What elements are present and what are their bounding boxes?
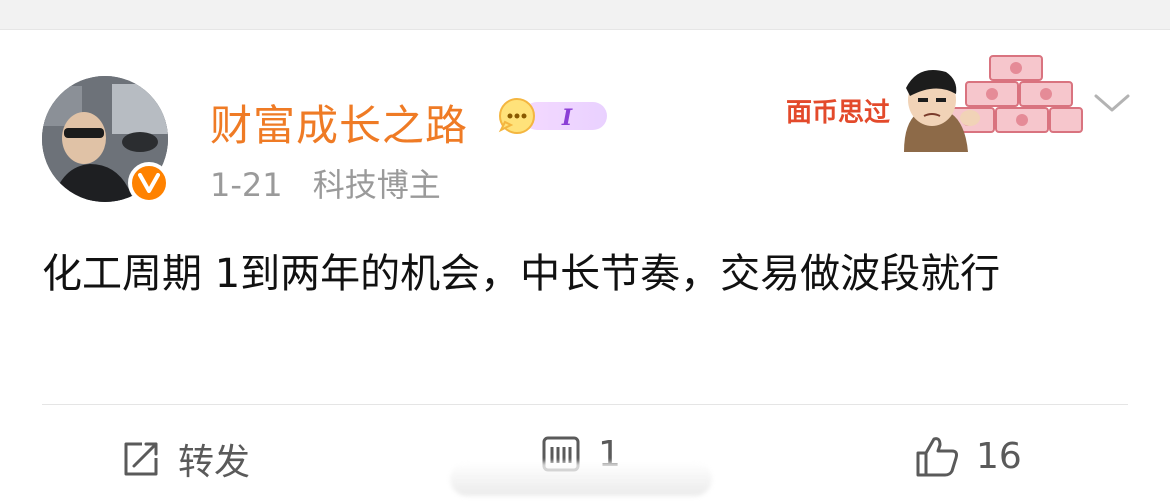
- blurred-overlay: [450, 462, 712, 496]
- chevron-down-icon[interactable]: [1092, 90, 1132, 116]
- decoration-text: 面币思过: [786, 98, 891, 128]
- like-button[interactable]: 16: [914, 433, 1022, 479]
- repost-button[interactable]: 转发: [120, 433, 250, 485]
- level-badge-icon[interactable]: I: [497, 96, 609, 136]
- post-content: 化工周期 1到两年的机会，中长节奏，交易做波段就行: [42, 251, 1001, 297]
- content-divider: [42, 404, 1128, 405]
- repost-icon: [124, 442, 158, 476]
- decoration-sticker: 面币思过: [786, 42, 1086, 152]
- repost-label: 转发: [178, 442, 251, 483]
- like-icon: [916, 437, 958, 477]
- like-count: 16: [976, 435, 1022, 477]
- post-meta: 1-21 科技博主: [210, 160, 441, 206]
- weibo-post-card: 财富成长之路 I 1-21 科技博主 面币思过 化工周期 1到两年的机会，中长节…: [0, 30, 1170, 503]
- verified-v-icon: [138, 173, 160, 193]
- level-badge-text: I: [561, 105, 573, 131]
- post-date: 1-21: [210, 166, 283, 204]
- top-separator-strip: [0, 0, 1170, 30]
- author-category: 科技博主: [312, 166, 441, 204]
- verified-badge: [128, 162, 170, 204]
- username[interactable]: 财富成长之路: [210, 92, 468, 153]
